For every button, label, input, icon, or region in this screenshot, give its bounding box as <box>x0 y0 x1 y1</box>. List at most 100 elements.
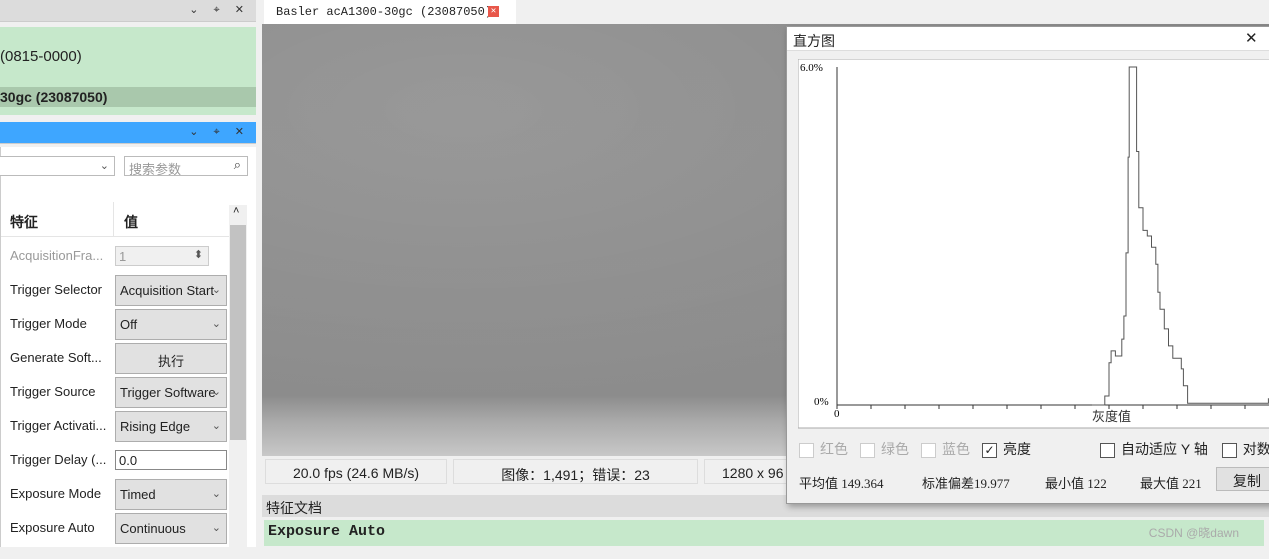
chevron-down-icon: ⌄ <box>99 160 109 172</box>
value-select[interactable]: Continuous ⌄ <box>115 513 227 544</box>
channel-checkbox[interactable]: 蓝色 <box>921 441 970 458</box>
device-list: (0815-0000) 30gc (23087050) <box>0 27 256 115</box>
chevron-down-icon: ⌄ <box>211 386 221 398</box>
chevron-down-icon: ⌄ <box>211 318 221 330</box>
features-panel-titlebar: ⌄ ⌖ ✕ <box>0 122 256 144</box>
feature-label: Trigger Delay (... <box>10 452 107 467</box>
copy-button[interactable]: 复制 <box>1216 467 1269 491</box>
value-text: Off <box>120 317 138 332</box>
value-text: Trigger Software <box>120 385 216 400</box>
feature-label: AcquisitionFra... <box>10 248 104 263</box>
checkbox[interactable] <box>1221 442 1237 458</box>
search-input[interactable]: 搜索参数 ⌕ <box>124 156 248 177</box>
y-tick-label: 0% <box>814 396 829 408</box>
channel-label: 亮度 <box>1003 441 1031 457</box>
feature-label: Exposure Auto <box>10 520 95 535</box>
search-icon[interactable]: ⌕ <box>234 157 241 173</box>
x-axis-label: 灰度值 <box>1092 409 1131 424</box>
col-value[interactable]: 值 <box>124 212 138 232</box>
checkbox[interactable] <box>921 442 936 458</box>
stat-max: 最大值 221 <box>1140 476 1202 491</box>
table-header: 特征 值 <box>1 202 229 237</box>
value-select[interactable]: Rising Edge ⌄ <box>115 411 227 442</box>
close-tab-icon[interactable]: ✕ <box>488 6 499 17</box>
device-item[interactable]: (0815-0000) <box>0 48 82 65</box>
stat-min: 最小值 122 <box>1045 476 1107 491</box>
scrollbar[interactable]: ˄ <box>229 205 247 555</box>
chevron-down-icon: ⌄ <box>211 522 221 534</box>
scrollbar-thumb[interactable] <box>230 225 246 440</box>
feature-row: Exposure Mode Timed ⌄ <box>1 477 229 511</box>
stat-mean: 平均值 149.364 <box>799 476 884 491</box>
histogram-window: 直方图 ✕ 6.0% 0% 0 灰度值 红色 绿色 蓝色 ✓ 亮度 自动适应 Y 轴 对数 平… <box>786 26 1269 504</box>
channel-checkbox[interactable]: 绿色 <box>860 441 909 458</box>
checkbox[interactable] <box>1100 442 1115 458</box>
feature-label: Trigger Source <box>10 384 96 399</box>
histogram-title: 直方图 <box>793 33 835 49</box>
panel-controls[interactable]: ⌄ ⌖ ✕ <box>189 3 250 17</box>
feature-row: Trigger Source Trigger Software ⌄ <box>1 375 229 409</box>
auto-y-label: 自动适应 Y 轴 <box>1121 441 1208 457</box>
watermark: CSDN @晓dawn <box>1148 526 1239 540</box>
feature-row: Trigger Selector Acquisition Start ⌄ <box>1 273 229 307</box>
auto-y-checkbox[interactable]: 自动适应 Y 轴 <box>1100 441 1208 458</box>
channel-checkbox[interactable]: ✓ 亮度 <box>982 441 1031 458</box>
fps-status: 20.0 fps (24.6 MB/s) <box>265 459 447 484</box>
devices-panel-titlebar: ⌄ ⌖ ✕ <box>0 0 256 22</box>
category-select[interactable]: ⌄ <box>0 156 115 176</box>
close-icon[interactable]: ✕ <box>1245 29 1258 47</box>
value-text: 0.0 <box>119 453 138 468</box>
feature-row: AcquisitionFra... 1 ⬍ <box>1 239 229 273</box>
checkbox[interactable]: ✓ <box>982 442 997 458</box>
stat-std: 标准偏差19.977 <box>922 476 1010 491</box>
value-select[interactable]: Off ⌄ <box>115 309 227 340</box>
value-text: 1 <box>119 249 127 264</box>
value-text: Rising Edge <box>120 419 191 434</box>
value-input[interactable]: 0.0 <box>115 450 227 470</box>
channel-label: 蓝色 <box>942 441 970 457</box>
checkbox[interactable] <box>799 442 814 458</box>
devices-panel: ⌄ ⌖ ✕ (0815-0000) 30gc (23087050) <box>0 0 256 116</box>
feature-label: Exposure Mode <box>10 486 102 501</box>
feature-label: Trigger Selector <box>10 282 102 297</box>
tab-camera[interactable]: Basler acA1300-30gc (23087050) ✕ <box>264 0 516 24</box>
col-feature[interactable]: 特征 <box>10 212 38 232</box>
scroll-up-icon[interactable]: ˄ <box>233 205 239 217</box>
value-text: Timed <box>120 487 156 502</box>
histogram-chart: 6.0% 0% 0 灰度值 <box>798 59 1269 429</box>
log-label: 对数 <box>1242 441 1269 457</box>
execute-button[interactable]: 执行 <box>115 343 227 374</box>
chevron-down-icon: ⌄ <box>211 488 221 500</box>
value-text: 执行 <box>157 354 184 369</box>
feature-label: Trigger Mode <box>10 316 87 331</box>
value-spinbox[interactable]: 1 ⬍ <box>115 246 209 266</box>
feature-row: Trigger Delay (... 0.0 <box>1 443 229 477</box>
search-placeholder: 搜索参数 <box>129 162 182 177</box>
value-select[interactable]: Acquisition Start ⌄ <box>115 275 227 306</box>
x-tick-label: 0 <box>834 408 840 420</box>
camera-item-selected[interactable]: 30gc (23087050) <box>0 87 256 107</box>
doc-content: Exposure Auto <box>264 520 1264 546</box>
feature-row: Trigger Activati... Rising Edge ⌄ <box>1 409 229 443</box>
y-tick-label: 6.0% <box>800 62 823 74</box>
value-text: Continuous <box>120 521 186 536</box>
chevron-down-icon: ⌄ <box>211 284 221 296</box>
value-select[interactable]: Timed ⌄ <box>115 479 227 510</box>
chevron-down-icon: ⌄ <box>211 420 221 432</box>
panel-controls[interactable]: ⌄ ⌖ ✕ <box>189 125 250 139</box>
plot-background <box>798 59 1269 429</box>
channel-checkbox[interactable]: 红色 <box>799 441 848 458</box>
feature-row: Generate Soft... 执行 <box>1 341 229 375</box>
log-checkbox[interactable]: 对数 <box>1221 441 1269 458</box>
tab-bar: Basler acA1300-30gc (23087050) ✕ <box>262 0 1269 24</box>
checkbox[interactable] <box>860 442 875 458</box>
value-select[interactable]: Trigger Software ⌄ <box>115 377 227 408</box>
feature-row: Exposure Auto Continuous ⌄ <box>1 511 229 545</box>
feature-label: Trigger Activati... <box>10 418 107 433</box>
spin-arrows-icon[interactable]: ⬍ <box>194 248 203 261</box>
feature-label: Generate Soft... <box>10 350 102 365</box>
image-count-status: 图像：1,491；错误：23 <box>453 459 698 484</box>
channel-label: 红色 <box>820 441 848 457</box>
feature-row: Trigger Mode Off ⌄ <box>1 307 229 341</box>
features-panel: ⌄ ⌖ ✕ ⌄ 搜索参数 ⌕ 特征 值 AcquisitionFra... 1 ⬍ T… <box>0 122 256 555</box>
